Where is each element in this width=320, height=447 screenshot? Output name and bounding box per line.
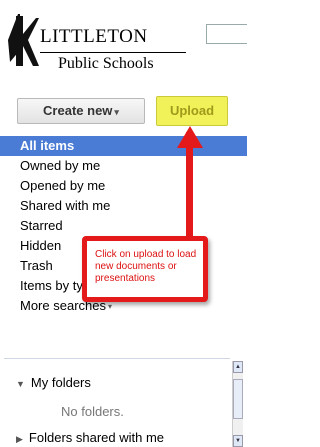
scroll-up-icon[interactable]: ▲ bbox=[233, 361, 243, 373]
nav-item-label: All items bbox=[20, 138, 75, 153]
annotation-arrow bbox=[186, 132, 193, 244]
nav-item-label: Trash bbox=[20, 258, 53, 273]
logo-title: LITTLETON bbox=[40, 26, 148, 47]
folders-scrollbar[interactable]: ▲ ▼ bbox=[232, 361, 243, 447]
chevron-down-icon: ▾ bbox=[114, 107, 119, 117]
shared-folders-toggle[interactable]: ▶ Folders shared with me bbox=[16, 430, 164, 445]
nav-item-label: Hidden bbox=[20, 238, 62, 253]
chevron-down-icon: ▾ bbox=[107, 302, 112, 311]
nav-item-starred[interactable]: Starred bbox=[0, 216, 242, 236]
scroll-down-icon[interactable]: ▼ bbox=[233, 435, 243, 447]
annotation-text: Click on upload to load new documents or… bbox=[95, 249, 197, 284]
nav-item-label: Owned by me bbox=[20, 158, 101, 173]
create-new-label: Create new bbox=[43, 103, 113, 118]
logo-subtitle: Public Schools bbox=[58, 55, 154, 72]
annotation-callout: Click on upload to load new documents or… bbox=[82, 236, 208, 302]
nav-item-label: Shared with me bbox=[20, 198, 111, 213]
nav-item-opened-by-me[interactable]: Opened by me bbox=[0, 176, 242, 196]
triangle-right-icon: ▶ bbox=[16, 434, 23, 444]
nav-item-label: Opened by me bbox=[20, 178, 106, 193]
upload-button[interactable]: Upload bbox=[156, 96, 228, 126]
empty-folders-text: No folders. bbox=[61, 404, 124, 419]
littleton-logo: LITTLETON Public Schools bbox=[6, 10, 190, 74]
nav-item-shared-with-me[interactable]: Shared with me bbox=[0, 196, 242, 216]
shared-folders-label: Folders shared with me bbox=[28, 430, 165, 445]
nav-item-label: Starred bbox=[20, 218, 63, 233]
nav-item-all-items[interactable]: All items bbox=[0, 136, 247, 156]
section-divider bbox=[4, 358, 230, 359]
triangle-down-icon: ▼ bbox=[16, 379, 25, 389]
create-new-button[interactable]: Create new ▾ bbox=[17, 98, 145, 124]
scroll-thumb[interactable] bbox=[233, 379, 243, 419]
logo-divider bbox=[40, 52, 186, 53]
my-folders-toggle[interactable]: ▼ My folders bbox=[16, 375, 91, 390]
nav-item-owned-by-me[interactable]: Owned by me bbox=[0, 156, 242, 176]
search-input[interactable] bbox=[206, 24, 247, 44]
my-folders-label: My folders bbox=[30, 375, 91, 390]
school-emblem-icon bbox=[8, 14, 39, 66]
